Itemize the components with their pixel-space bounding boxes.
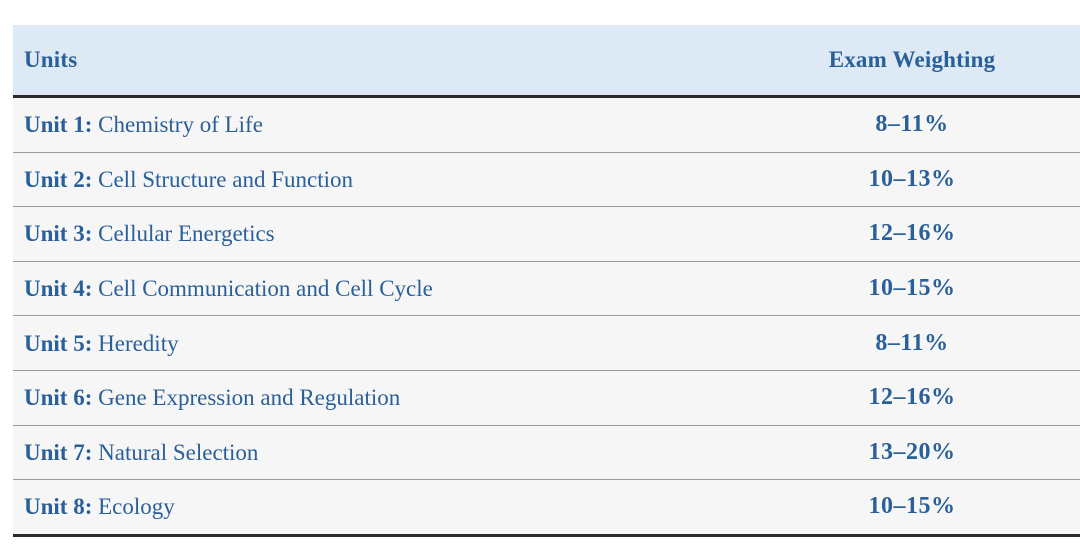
column-header-units: Units xyxy=(13,25,751,98)
exam-weighting-cell: 10–13% xyxy=(751,152,1080,208)
unit-title-label: Gene Expression and Regulation xyxy=(98,385,401,411)
unit-number-label: Unit 4: xyxy=(24,275,93,301)
table-row: Unit 5: Heredity 8–11% xyxy=(13,315,1080,371)
unit-cell: Unit 6: Gene Expression and Regulation xyxy=(13,370,751,426)
column-header-exam-weighting: Exam Weighting xyxy=(751,25,1080,98)
table-row: Unit 6: Gene Expression and Regulation 1… xyxy=(13,370,1080,426)
unit-title-label: Ecology xyxy=(98,494,175,520)
unit-cell: Unit 2: Cell Structure and Function xyxy=(13,152,751,208)
table-row: Unit 3: Cellular Energetics 12–16% xyxy=(13,206,1080,262)
exam-weighting-cell: 13–20% xyxy=(751,425,1080,481)
exam-weighting-cell: 8–11% xyxy=(751,315,1080,371)
unit-number-label: Unit 5: xyxy=(24,330,93,356)
table-row: Unit 2: Cell Structure and Function 10–1… xyxy=(13,152,1080,208)
unit-number-label: Unit 2: xyxy=(24,166,93,192)
unit-number-label: Unit 6: xyxy=(24,385,93,411)
unit-number-label: Unit 8: xyxy=(24,494,93,520)
unit-title-label: Natural Selection xyxy=(98,439,259,465)
table-row: Unit 1: Chemistry of Life 8–11% xyxy=(13,96,1080,153)
exam-weighting-cell: 10–15% xyxy=(751,479,1080,537)
unit-cell: Unit 3: Cellular Energetics xyxy=(13,206,751,262)
exam-weighting-cell: 8–11% xyxy=(751,96,1080,153)
unit-title-label: Heredity xyxy=(98,330,179,356)
exam-weighting-cell: 10–15% xyxy=(751,261,1080,317)
table-header: Units Exam Weighting xyxy=(13,25,1080,98)
table-row: Unit 8: Ecology 10–15% xyxy=(13,479,1080,537)
exam-weighting-table: Units Exam Weighting Unit 1: Chemistry o… xyxy=(13,25,1080,537)
table-row: Unit 7: Natural Selection 13–20% xyxy=(13,425,1080,481)
unit-number-label: Unit 1: xyxy=(24,112,93,138)
exam-weighting-cell: 12–16% xyxy=(751,206,1080,262)
unit-cell: Unit 1: Chemistry of Life xyxy=(13,96,751,153)
unit-number-label: Unit 7: xyxy=(24,439,93,465)
unit-number-label: Unit 3: xyxy=(24,221,93,247)
unit-title-label: Cell Communication and Cell Cycle xyxy=(98,275,433,301)
unit-cell: Unit 7: Natural Selection xyxy=(13,425,751,481)
unit-title-label: Chemistry of Life xyxy=(98,112,263,138)
unit-title-label: Cellular Energetics xyxy=(98,221,275,247)
unit-cell: Unit 5: Heredity xyxy=(13,315,751,371)
exam-weighting-cell: 12–16% xyxy=(751,370,1080,426)
unit-cell: Unit 4: Cell Communication and Cell Cycl… xyxy=(13,261,751,317)
unit-cell: Unit 8: Ecology xyxy=(13,479,751,537)
table-body: Unit 1: Chemistry of Life 8–11% Unit 2: … xyxy=(13,96,1080,537)
unit-title-label: Cell Structure and Function xyxy=(98,166,354,192)
table-row: Unit 4: Cell Communication and Cell Cycl… xyxy=(13,261,1080,317)
table-header-row: Units Exam Weighting xyxy=(13,25,1080,98)
